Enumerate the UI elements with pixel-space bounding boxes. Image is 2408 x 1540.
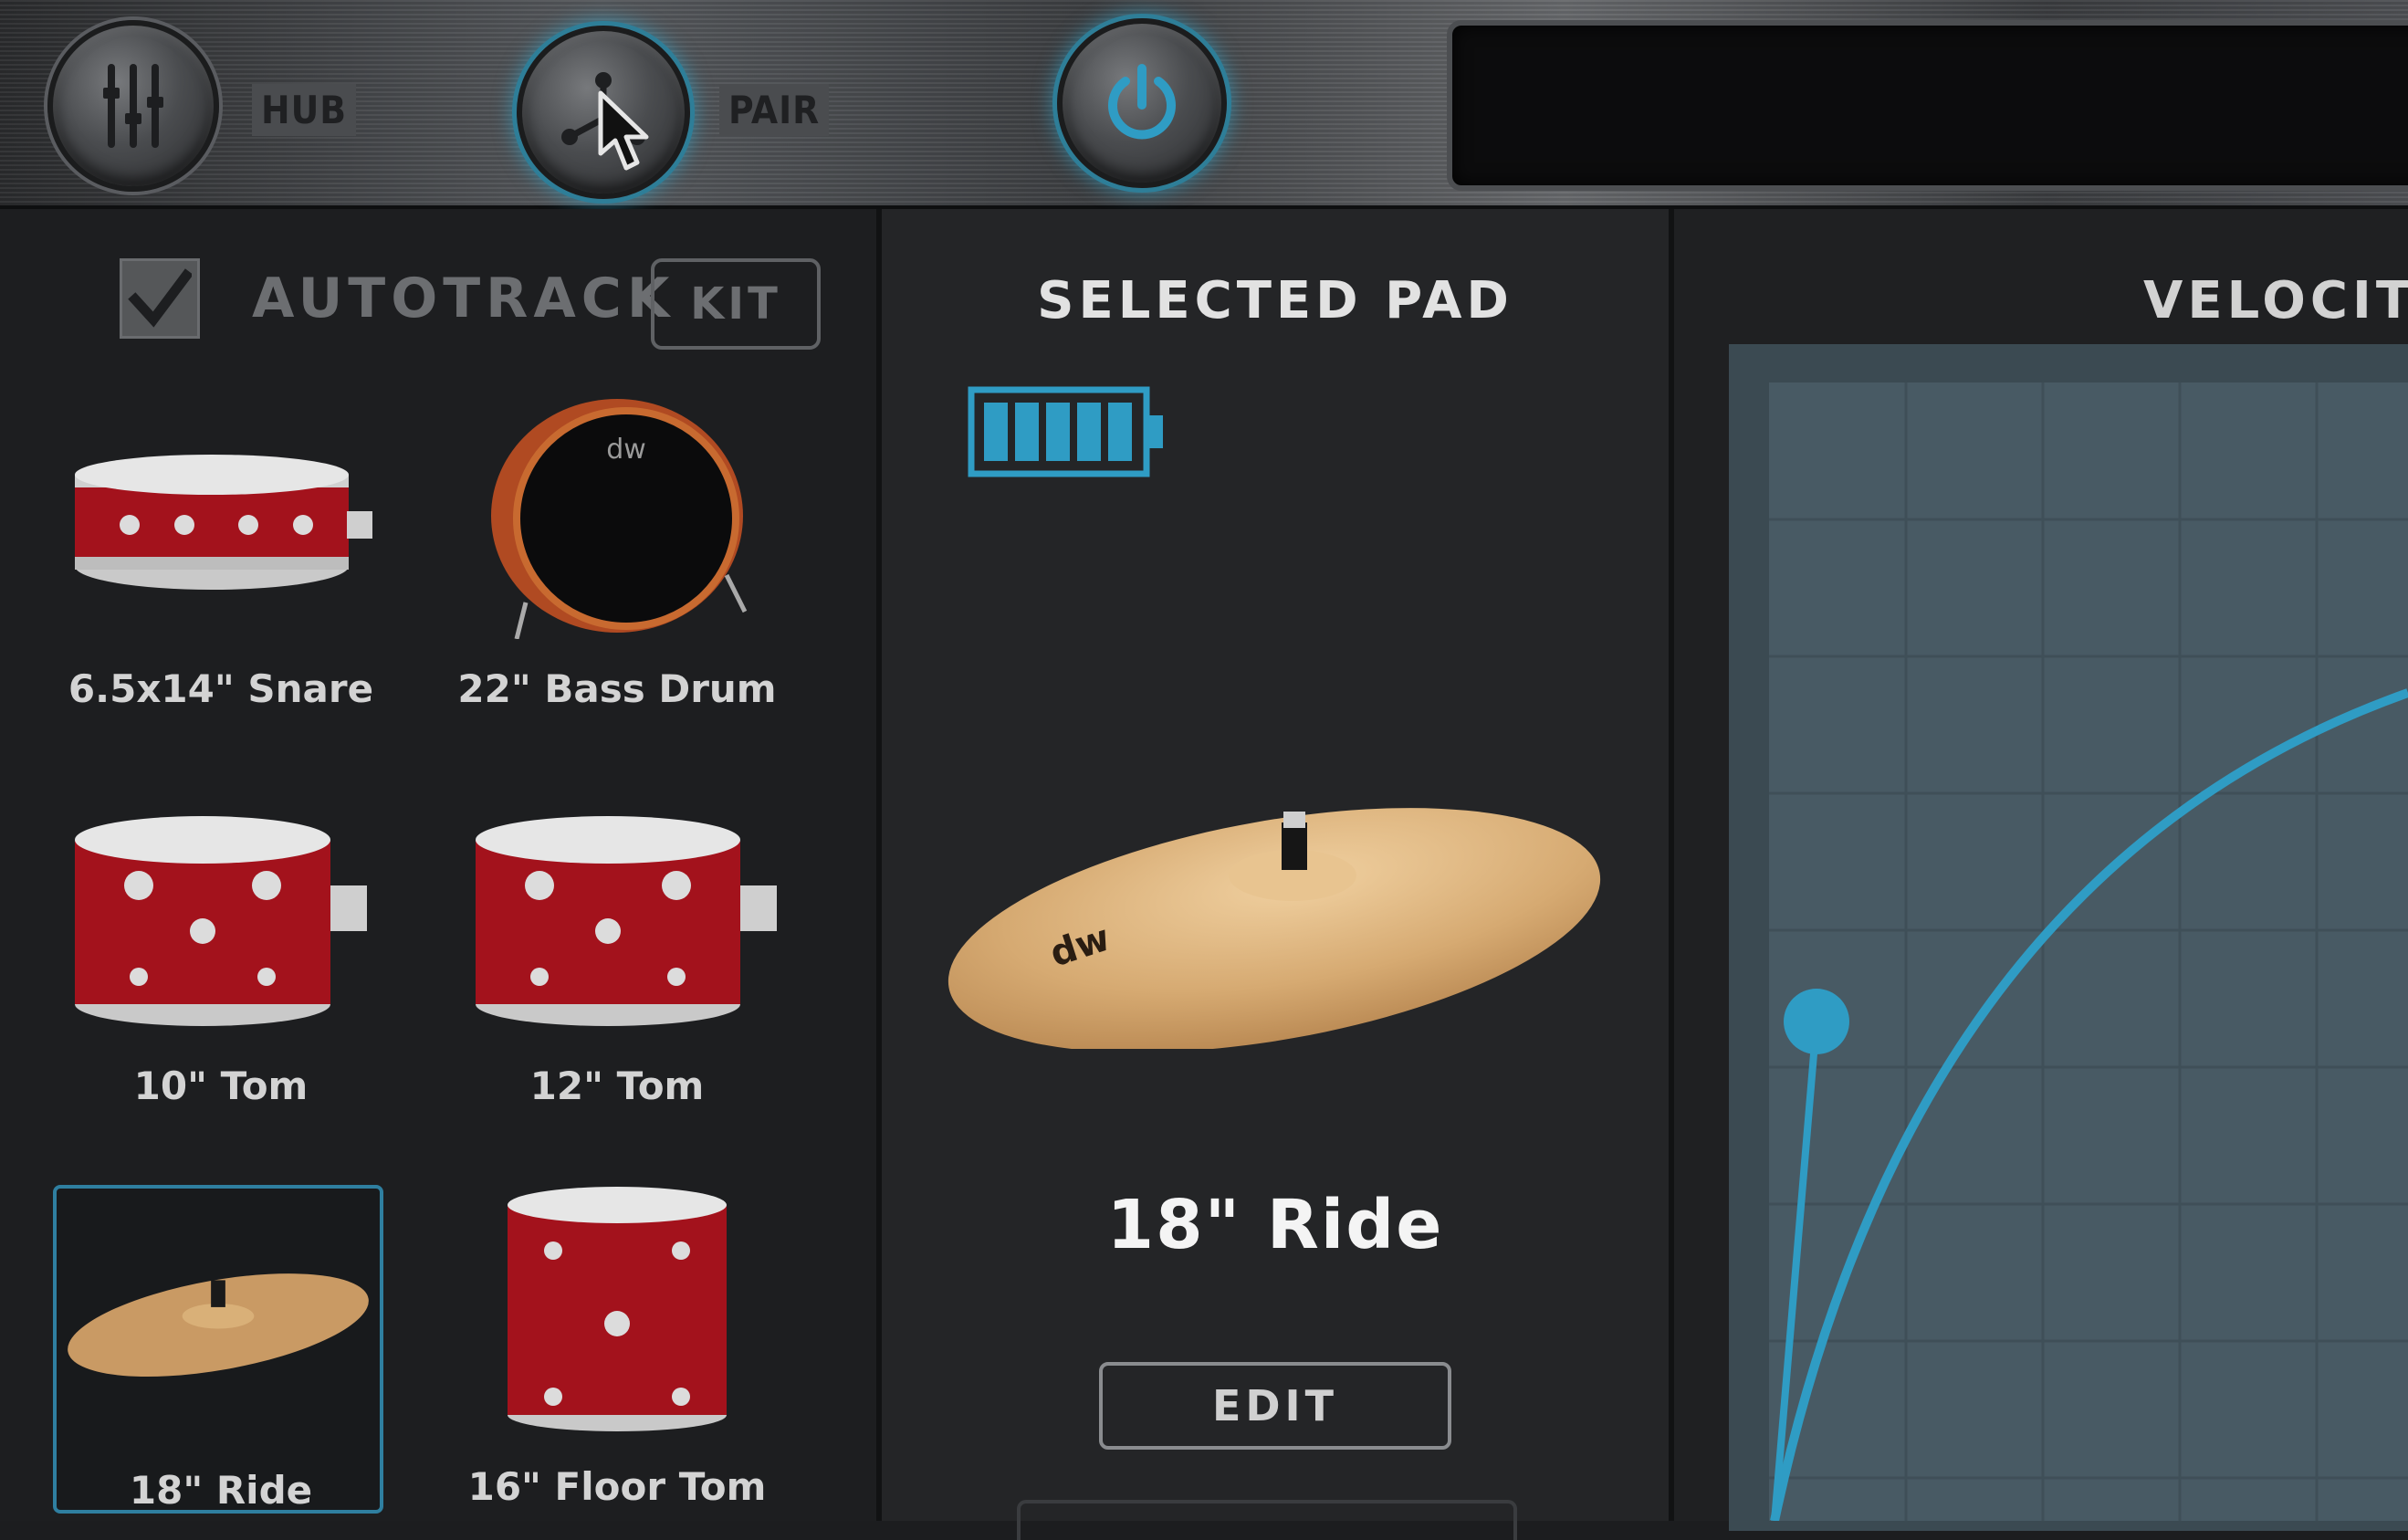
power-button[interactable] — [1057, 18, 1227, 188]
bass-drum-image: dw — [491, 399, 748, 639]
pad-label: 10" Tom — [133, 1063, 309, 1108]
ride-cymbal-large-image: dw — [947, 808, 1601, 1049]
autotrack-label: AUTOTRACK — [252, 267, 675, 330]
curve-handle — [1784, 989, 1849, 1054]
checkmark-icon — [128, 268, 192, 328]
selected-pad-title: SELECTED PAD — [1037, 271, 1513, 330]
pad-tile-18-ride[interactable]: 18" Ride — [53, 1185, 383, 1514]
pad-label: 12" Tom — [529, 1063, 705, 1108]
status-display — [1447, 20, 2408, 191]
velocity-curve-graph[interactable] — [1769, 382, 2408, 1521]
power-icon — [1108, 64, 1176, 140]
pad-tile-12-tom[interactable]: 12" Tom — [453, 803, 781, 1132]
secondary-button-partial[interactable] — [1017, 1500, 1517, 1540]
snare-drum-image — [75, 455, 372, 590]
hub-button[interactable] — [47, 20, 219, 192]
svg-text:dw: dw — [606, 434, 646, 466]
pair-label[interactable]: PAIR — [719, 84, 830, 136]
mixer-sliders-icon — [103, 64, 163, 148]
ride-cymbal-image — [68, 1273, 369, 1378]
floor-tom-image — [508, 1187, 727, 1431]
tom-drum-image — [75, 816, 367, 1026]
pad-tile-bass-drum[interactable]: dw 22" Bass Drum — [453, 393, 781, 721]
pad-label: 18" Ride — [129, 1468, 313, 1513]
pad-tile-10-tom[interactable]: 10" Tom — [57, 803, 385, 1132]
autotrack-checkbox[interactable] — [120, 258, 200, 339]
pad-tile-16-floor-tom[interactable]: 16" Floor Tom — [453, 1187, 781, 1515]
edit-button[interactable]: EDIT — [1099, 1362, 1451, 1450]
kit-button[interactable]: KIT — [651, 258, 821, 350]
tom-drum-image — [476, 816, 777, 1026]
hub-label[interactable]: HUB — [252, 84, 357, 136]
pad-label: 6.5x14" Snare — [68, 666, 374, 711]
battery-icon — [968, 386, 1163, 477]
pad-label: 22" Bass Drum — [457, 666, 777, 711]
top-toolbar: HUB PAIR — [0, 0, 2408, 209]
mouse-pointer-icon — [598, 90, 649, 171]
selected-pad-panel: SELECTED PAD dw 18" Ride EDIT — [882, 209, 1674, 1540]
selected-pad-name: 18" Ride — [1106, 1186, 1444, 1264]
pad-tile-snare[interactable]: 6.5x14" Snare — [57, 411, 385, 739]
velocity-title: VELOCITY — [2143, 271, 2408, 330]
pad-label: 16" Floor Tom — [467, 1464, 767, 1509]
